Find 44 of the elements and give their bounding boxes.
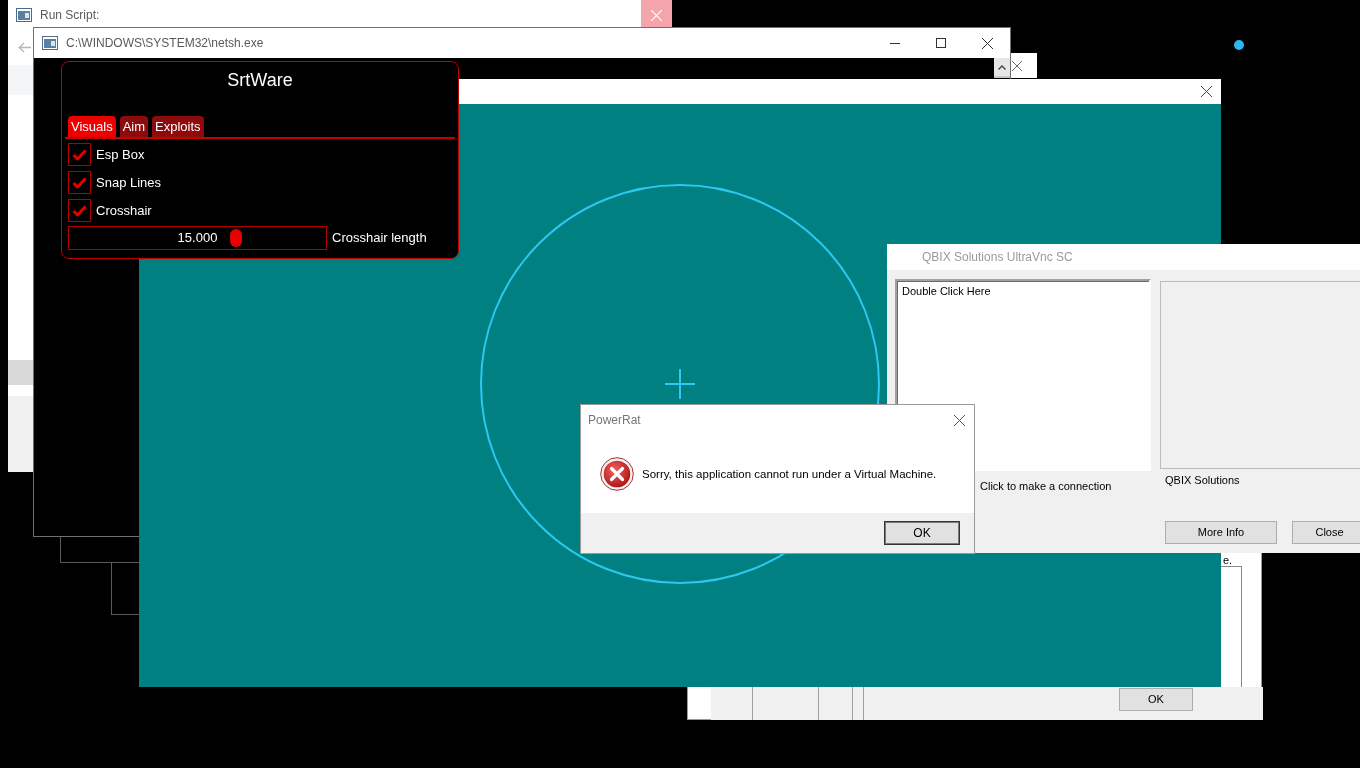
close-icon xyxy=(981,37,993,49)
menu-title: SrtWare xyxy=(226,69,294,91)
slider-label: Crosshair length xyxy=(332,230,427,246)
slider-thumb[interactable] xyxy=(230,229,243,247)
crosshair-icon xyxy=(664,368,696,400)
checkbox[interactable] xyxy=(68,143,91,166)
error-icon xyxy=(600,457,634,491)
list-item[interactable]: Double Click Here xyxy=(902,285,1144,298)
dialog-button[interactable]: Close xyxy=(1292,521,1360,544)
ok-button[interactable]: OK xyxy=(1119,688,1193,711)
window-title: C:\WINDOWS\SYSTEM32\netsh.exe xyxy=(66,36,264,50)
window-title: Run Script: xyxy=(40,8,100,22)
dialog-button[interactable]: More Info xyxy=(1165,521,1277,544)
close-icon xyxy=(953,414,965,426)
option-label: Snap Lines xyxy=(96,174,162,191)
window-title: PowerRat xyxy=(588,413,641,427)
close-button[interactable] xyxy=(641,0,672,30)
close-icon xyxy=(1200,86,1212,97)
checkmark-icon xyxy=(72,204,87,217)
app-icon xyxy=(42,36,58,50)
app-icon xyxy=(16,8,32,22)
close-icon[interactable] xyxy=(1012,61,1022,71)
slider-track[interactable]: 15.000 xyxy=(68,226,327,250)
vendor-label: QBIX Solutions xyxy=(1165,473,1240,487)
tab[interactable]: Visuals xyxy=(68,116,116,137)
caret-up-icon xyxy=(998,64,1006,70)
checkmark-icon xyxy=(72,148,87,161)
scroll-up-button[interactable] xyxy=(994,58,1010,78)
tab[interactable]: Aim xyxy=(119,116,149,137)
checkbox[interactable] xyxy=(68,199,91,222)
option-label: Esp Box xyxy=(96,146,145,163)
maximize-icon xyxy=(936,38,946,48)
window-title: QBIX Solutions UltraVnc SC xyxy=(922,250,1073,264)
ok-button[interactable]: OK xyxy=(884,521,960,545)
close-icon xyxy=(651,9,662,21)
slider-value: 15.000 xyxy=(177,230,218,246)
minimize-icon xyxy=(890,42,900,44)
checkbox[interactable] xyxy=(68,171,91,194)
option-label: Crosshair xyxy=(96,202,152,219)
checkmark-icon xyxy=(72,176,87,189)
tab[interactable]: Exploits xyxy=(152,116,204,137)
hint-label: Click to make a connection xyxy=(980,480,1112,492)
message-text: e. xyxy=(1223,554,1233,567)
dot-icon xyxy=(1234,40,1244,50)
